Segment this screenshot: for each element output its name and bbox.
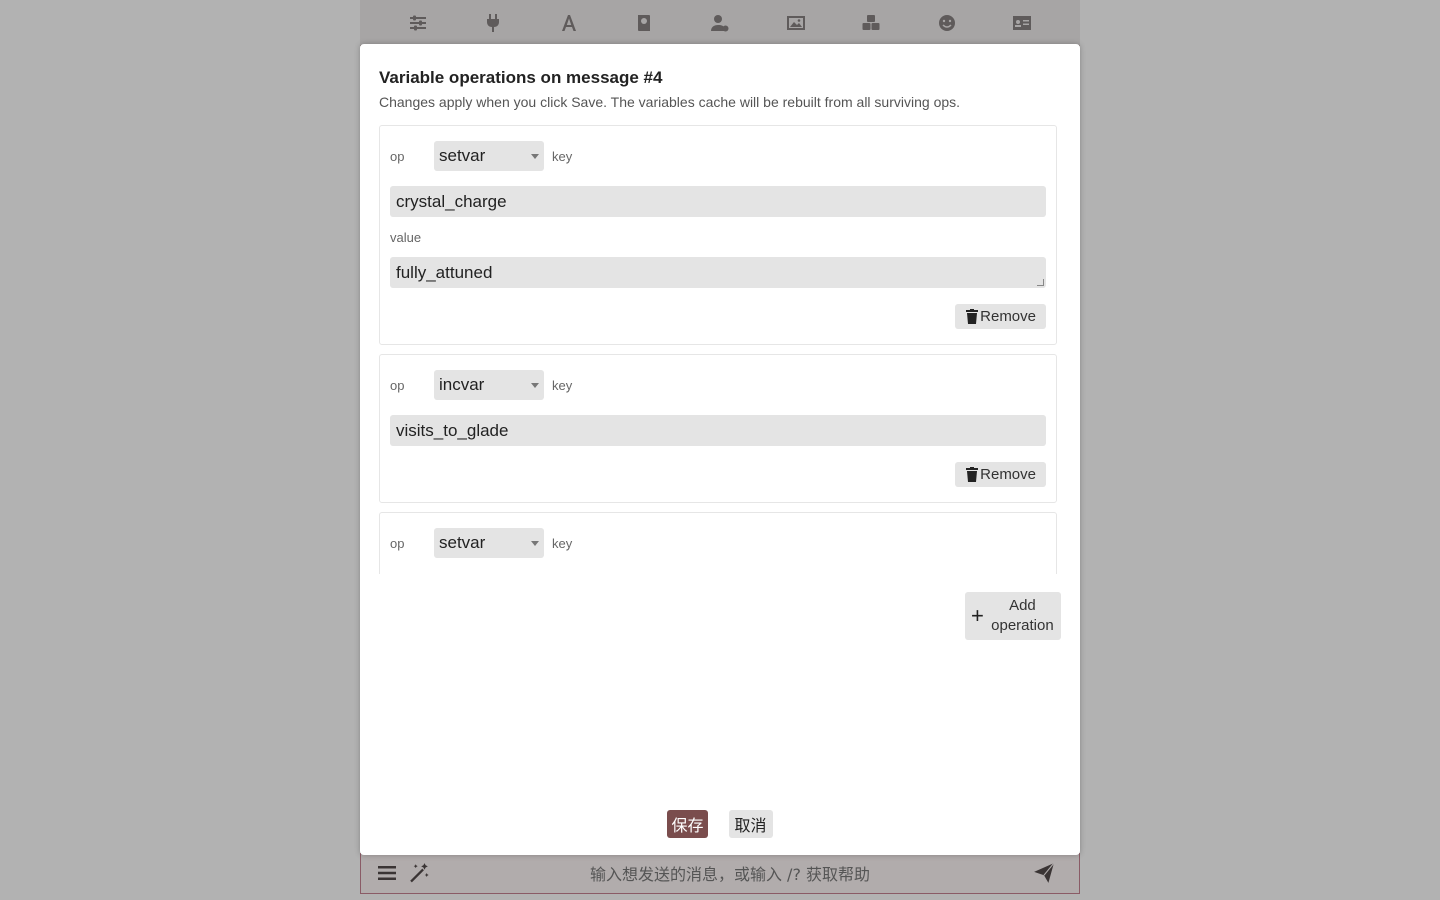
message-input[interactable]: 输入想发送的消息，或输入 /? 获取帮助 (439, 861, 1021, 885)
operation-card: op incvar key visits_to_glade Remove (379, 354, 1057, 503)
key-label: key (552, 535, 573, 551)
op-select[interactable]: incvar (434, 370, 544, 400)
key-input-value: crystal_charge (396, 191, 507, 211)
op-select-value: setvar (439, 146, 486, 165)
cubes-icon[interactable] (859, 11, 883, 35)
value-label: value (390, 229, 422, 245)
send-form: 输入想发送的消息，或输入 /? 获取帮助 (360, 853, 1080, 894)
smile-icon[interactable] (935, 11, 959, 35)
resize-grip-icon[interactable] (1037, 279, 1044, 286)
operation-card: op setvar key crystal_charge value fully… (379, 125, 1057, 345)
remove-button[interactable]: Remove (955, 303, 1046, 329)
operations-list[interactable]: op setvar key crystal_charge value fully… (379, 125, 1059, 574)
save-button[interactable]: 保存 (667, 810, 708, 838)
op-label: op (390, 535, 405, 551)
caret-down-icon (531, 153, 539, 159)
sliders-icon[interactable] (406, 11, 430, 35)
book-icon[interactable] (632, 11, 656, 35)
key-input[interactable]: visits_to_glade (390, 415, 1046, 446)
user-gear-icon[interactable] (708, 11, 732, 35)
remove-button-label: Remove (980, 465, 1036, 483)
menu-icon[interactable] (375, 861, 399, 885)
value-textarea[interactable]: fully_attuned (390, 257, 1046, 288)
key-input[interactable]: crystal_charge (390, 186, 1046, 217)
caret-down-icon (531, 540, 539, 546)
op-label: op (390, 148, 405, 164)
plug-icon[interactable] (481, 11, 505, 35)
dialog-footer: 保存 取消 (360, 810, 1080, 838)
plus-icon: + (971, 603, 984, 628)
variable-operations-dialog: Variable operations on message #4 Change… (360, 44, 1080, 855)
caret-down-icon (531, 382, 539, 388)
key-label: key (552, 148, 573, 164)
trash-icon (966, 308, 979, 324)
send-icon[interactable] (1031, 860, 1057, 886)
id-card-icon[interactable] (1010, 11, 1034, 35)
image-icon[interactable] (784, 11, 808, 35)
remove-button[interactable]: Remove (955, 461, 1046, 487)
top-toolbar (360, 0, 1080, 46)
value-textarea-value: fully_attuned (396, 262, 493, 282)
cancel-button[interactable]: 取消 (728, 810, 773, 838)
dialog-title: Variable operations on message #4 (379, 68, 663, 87)
magic-wand-icon[interactable] (407, 861, 431, 885)
trash-icon (966, 466, 979, 482)
font-icon[interactable] (557, 11, 581, 35)
key-input-value: visits_to_glade (396, 420, 509, 440)
op-select-value: incvar (439, 375, 485, 394)
key-label: key (552, 377, 573, 393)
dialog-subtitle: Changes apply when you click Save. The v… (379, 94, 961, 110)
add-operation-button[interactable]: + Add operation (965, 592, 1061, 640)
operation-card: op setvar key (379, 512, 1057, 574)
op-select[interactable]: setvar (434, 141, 544, 171)
op-select[interactable]: setvar (434, 528, 544, 558)
remove-button-label: Remove (980, 307, 1036, 325)
op-select-value: setvar (439, 533, 486, 552)
add-operation-label: Add operation (991, 597, 1054, 634)
op-label: op (390, 377, 405, 393)
